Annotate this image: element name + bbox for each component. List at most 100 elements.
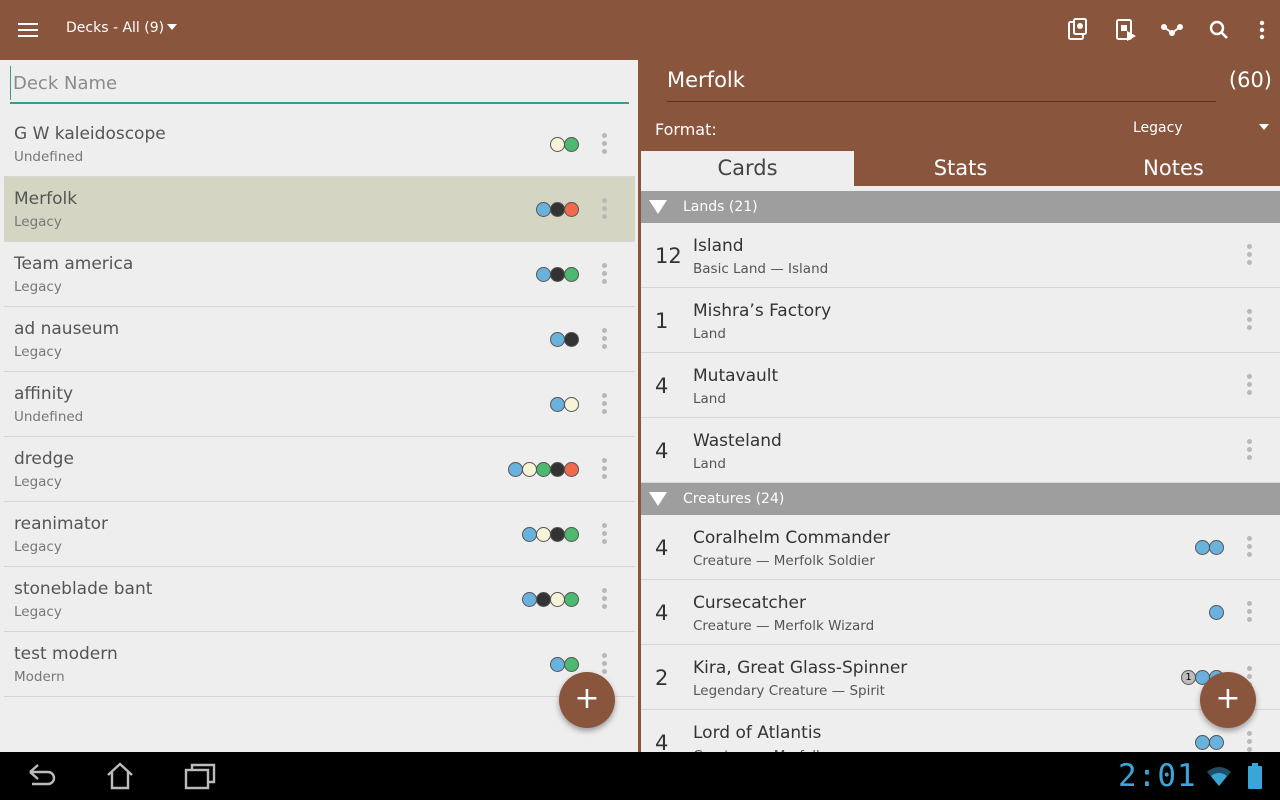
deck-overflow-icon[interactable] (594, 585, 614, 613)
card-name: Lord of Atlantis (693, 723, 822, 743)
deck-format: Undefined (14, 149, 84, 165)
deck-colors (550, 332, 579, 347)
deck-list-item[interactable]: Team america Legacy (4, 242, 635, 307)
add-deck-button[interactable]: + (559, 672, 615, 728)
deck-list-item[interactable]: G W kaleidoscope Undefined (4, 112, 635, 177)
deck-colors (522, 592, 579, 607)
card-name: Mutavault (693, 366, 779, 386)
card-name: Wasteland (693, 431, 782, 451)
search-icon[interactable] (1205, 16, 1233, 44)
mana-color-icon (550, 462, 565, 477)
card-type: Land (693, 456, 726, 472)
back-icon[interactable] (20, 760, 60, 792)
card-section-header[interactable]: Lands (21) (641, 191, 1280, 223)
card-overflow-icon[interactable] (1239, 436, 1259, 464)
card-row[interactable]: 4 Wasteland Land (641, 418, 1280, 483)
deck-colors (550, 657, 579, 672)
more-vert-icon[interactable] (1248, 16, 1276, 44)
mana-symbol-icon (1209, 735, 1224, 750)
card-row[interactable]: 4 Mutavault Land (641, 353, 1280, 418)
card-row[interactable]: 2 Kira, Great Glass-Spinner Legendary Crea… (641, 645, 1280, 710)
deck-list-item[interactable]: test modern Modern (4, 632, 635, 697)
mana-color-icon (550, 267, 565, 282)
format-dropdown[interactable]: Legacy (1133, 118, 1269, 142)
playtest-icon[interactable] (1112, 16, 1140, 44)
card-row[interactable]: 12 Island Basic Land — Island (641, 223, 1280, 288)
deck-name-input[interactable] (10, 66, 629, 100)
mana-color-icon (564, 527, 579, 542)
status-clock: 2:01 (1118, 758, 1197, 794)
card-overflow-icon[interactable] (1239, 598, 1259, 626)
mana-cost (1209, 605, 1224, 620)
deck-name: Team america (14, 254, 134, 274)
deck-list-item[interactable]: stoneblade bant Legacy (4, 567, 635, 632)
card-type: Legendary Creature — Spirit (693, 683, 885, 699)
card-overflow-icon[interactable] (1239, 533, 1259, 561)
card-type: Basic Land — Island (693, 261, 829, 277)
tab-cards[interactable]: Cards (641, 151, 854, 186)
deck-list-item[interactable]: ad nauseum Legacy (4, 307, 635, 372)
deck-overflow-icon[interactable] (594, 455, 614, 483)
deck-overflow-icon[interactable] (594, 325, 614, 353)
mana-color-icon (522, 462, 537, 477)
deck-format: Modern (14, 669, 65, 685)
deck-overflow-icon[interactable] (594, 260, 614, 288)
deck-list-item[interactable]: dredge Legacy (4, 437, 635, 502)
mana-color-icon (564, 397, 579, 412)
deck-format: Legacy (14, 344, 62, 360)
card-row[interactable]: 4 Coralhelm Commander Creature — Merfolk S… (641, 515, 1280, 580)
mana-color-icon (550, 202, 565, 217)
share-icon[interactable] (1158, 16, 1186, 44)
card-row[interactable]: 1 Mishra’s Factory Land (641, 288, 1280, 353)
mana-color-icon (536, 462, 551, 477)
card-name: Coralhelm Commander (693, 528, 891, 548)
menu-icon[interactable] (14, 18, 42, 42)
add-card-icon[interactable] (1064, 16, 1092, 44)
card-row[interactable]: 4Lord of AtlantisCreature — Merfolk (641, 710, 1280, 752)
card-overflow-icon[interactable] (1239, 728, 1259, 752)
tab-stats[interactable]: Stats (854, 151, 1067, 186)
dropdown-caret-icon (167, 24, 178, 30)
mana-color-icon (550, 527, 565, 542)
home-icon[interactable] (100, 760, 140, 792)
collapse-triangle-icon (649, 492, 667, 506)
mana-color-icon (564, 137, 579, 152)
deck-overflow-icon[interactable] (594, 390, 614, 418)
card-row[interactable]: 4 Cursecatcher Creature — Merfolk Wizard (641, 580, 1280, 645)
card-overflow-icon[interactable] (1239, 306, 1259, 334)
mana-color-icon (522, 527, 537, 542)
deck-name: test modern (14, 644, 118, 664)
card-section-header[interactable]: Creatures (24) (641, 483, 1280, 515)
dropdown-arrow-icon (1259, 124, 1269, 130)
deck-list-item[interactable]: affinity Undefined (4, 372, 635, 437)
card-quantity: 2 (655, 666, 669, 690)
deck-detail-panel: Merfolk (60) Format: Legacy Cards Stats … (641, 60, 1280, 752)
tab-notes[interactable]: Notes (1067, 151, 1280, 186)
add-card-button[interactable]: + (1200, 672, 1256, 728)
deck-filter-dropdown[interactable]: Decks - All (9) (66, 20, 178, 36)
deck-colors (522, 527, 579, 542)
mana-symbol-icon (1195, 735, 1210, 750)
mana-color-icon (508, 462, 523, 477)
deck-format: Legacy (14, 279, 62, 295)
card-quantity: 1 (655, 309, 669, 333)
deck-overflow-icon[interactable] (594, 130, 614, 158)
deck-colors (550, 137, 579, 152)
generic-mana-icon: 1 (1181, 670, 1196, 685)
mana-color-icon (522, 592, 537, 607)
deck-name: dredge (14, 449, 74, 469)
card-type: Creature — Merfolk Wizard (693, 618, 875, 634)
deck-overflow-icon[interactable] (594, 195, 614, 223)
deck-overflow-icon[interactable] (594, 520, 614, 548)
card-quantity: 4 (655, 731, 669, 752)
card-overflow-icon[interactable] (1239, 241, 1259, 269)
recent-apps-icon[interactable] (180, 760, 220, 792)
deck-name-field[interactable]: Merfolk (667, 66, 1216, 102)
deck-list-item[interactable]: Merfolk Legacy (4, 177, 635, 242)
mana-color-icon (564, 592, 579, 607)
card-name: Mishra’s Factory (693, 301, 832, 321)
deck-colors (536, 267, 579, 282)
card-overflow-icon[interactable] (1239, 371, 1259, 399)
deck-list-item[interactable]: reanimator Legacy (4, 502, 635, 567)
deck-filter-label: Decks - All (9) (66, 20, 165, 36)
